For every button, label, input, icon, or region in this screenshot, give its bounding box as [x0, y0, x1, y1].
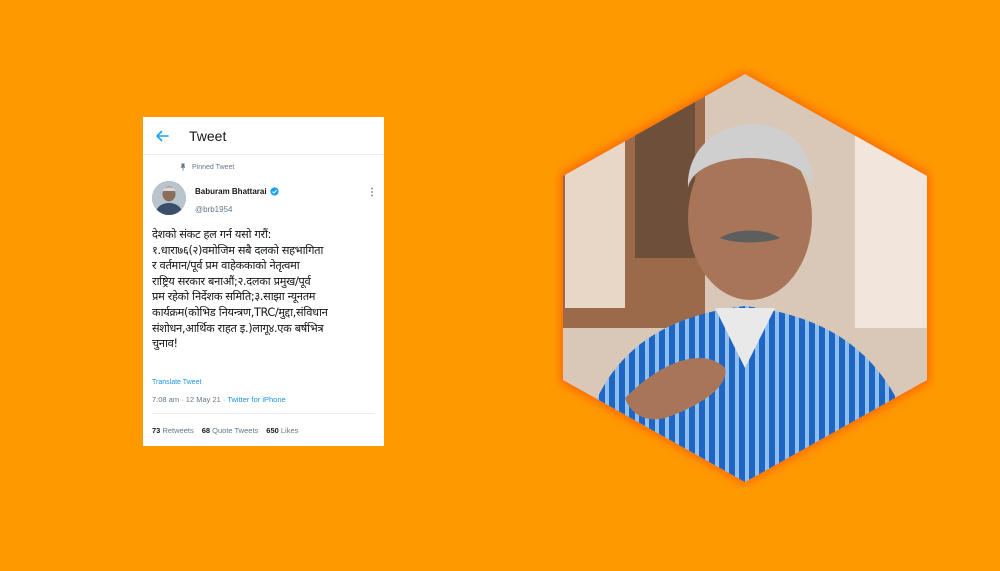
tweet-meta: 7:08 am · 12 May 21 · Twitter for iPhone	[152, 395, 286, 404]
tweet-source[interactable]: Twitter for iPhone	[227, 395, 285, 404]
quote-tweets-stat[interactable]: 68 Quote Tweets	[202, 426, 259, 435]
retweets-stat[interactable]: 73 Retweets	[152, 426, 194, 435]
tweet-text: देशको संकट हल गर्न यसो गरौं: १.धारा७६(२)…	[152, 228, 328, 351]
avatar-image	[152, 181, 186, 215]
retweets-count: 73	[152, 426, 161, 435]
more-vertical-icon[interactable]	[370, 187, 374, 197]
tweet-card: Tweet Pinned Tweet Baburam Bhattarai @br…	[143, 117, 384, 446]
translate-tweet-link[interactable]: Translate Tweet	[152, 379, 201, 386]
verified-badge-icon	[269, 187, 279, 196]
quotes-label: Quote Tweets	[212, 426, 259, 435]
retweets-label: Retweets	[162, 426, 194, 435]
card-header: Tweet	[143, 117, 384, 155]
tweet-stats: 73 Retweets 68 Quote Tweets 650 Likes	[152, 426, 298, 435]
divider	[152, 413, 375, 414]
author-handle[interactable]: @brb1954	[195, 205, 232, 214]
author-name-row[interactable]: Baburam Bhattarai	[195, 187, 279, 196]
likes-label: Likes	[280, 426, 299, 435]
tweet-timestamp[interactable]: 7:08 am · 12 May 21 ·	[152, 395, 227, 404]
avatar[interactable]	[152, 181, 186, 215]
pinned-indicator: Pinned Tweet	[179, 163, 234, 171]
pin-icon	[180, 163, 186, 171]
page-title: Tweet	[189, 127, 227, 144]
portrait-hexagon	[561, 72, 929, 484]
likes-count: 650	[266, 426, 279, 435]
author-name[interactable]: Baburam Bhattarai	[195, 187, 267, 196]
quotes-count: 68	[201, 426, 211, 435]
arrow-left-icon[interactable]	[155, 129, 169, 143]
pinned-label: Pinned Tweet	[192, 163, 235, 171]
likes-stat[interactable]: 650 Likes	[266, 426, 298, 435]
